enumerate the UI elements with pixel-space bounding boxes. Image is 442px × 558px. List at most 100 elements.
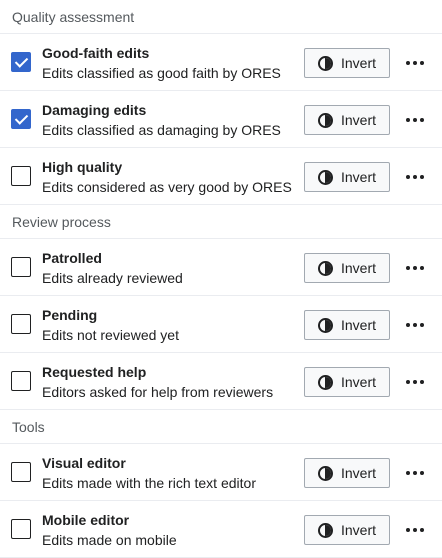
invert-label: Invert (340, 169, 376, 185)
requested-help-checkbox[interactable] (11, 371, 31, 391)
filter-row-pending: Pending Edits not reviewed yet Invert (0, 296, 442, 353)
mobile-editor-checkbox[interactable] (11, 519, 31, 539)
more-dot (413, 323, 417, 327)
more-dot (413, 118, 417, 122)
invert-label: Invert (340, 55, 376, 71)
filter-texts: High quality Edits considered as very go… (42, 158, 292, 196)
invert-button[interactable]: Invert (304, 515, 390, 545)
pending-checkbox[interactable] (11, 314, 31, 334)
more-options-button[interactable] (402, 105, 428, 135)
more-dot (413, 61, 417, 65)
filter-description: Edits made with the rich text editor (42, 475, 256, 491)
visual-editor-checkbox[interactable] (11, 462, 31, 482)
half-circle-icon (317, 260, 333, 276)
filter-row-damaging: Damaging edits Edits classified as damag… (0, 91, 442, 148)
invert-button[interactable]: Invert (304, 458, 390, 488)
more-options-button[interactable] (402, 48, 428, 78)
filter-title[interactable]: Mobile editor (42, 511, 177, 529)
patrolled-checkbox[interactable] (11, 257, 31, 277)
invert-label: Invert (340, 260, 376, 276)
more-horizontal-icon (406, 380, 410, 384)
section-header-quality-assessment: Quality assessment (0, 0, 442, 34)
filter-description: Edits considered as very good by ORES (42, 179, 292, 195)
more-dot (420, 528, 424, 532)
good-faith-checkbox[interactable] (11, 52, 31, 72)
filter-row-high-quality: High quality Edits considered as very go… (0, 148, 442, 205)
more-horizontal-icon (406, 528, 410, 532)
filter-title[interactable]: Requested help (42, 363, 273, 381)
more-horizontal-icon (406, 175, 410, 179)
section-header-review-process: Review process (0, 205, 442, 239)
half-circle-icon (317, 317, 333, 333)
invert-button[interactable]: Invert (304, 105, 390, 135)
filter-title[interactable]: Damaging edits (42, 101, 281, 119)
filter-description: Edits already reviewed (42, 270, 183, 286)
section-header-tools: Tools (0, 410, 442, 444)
more-dot (413, 528, 417, 532)
more-options-button[interactable] (402, 367, 428, 397)
filter-title[interactable]: Good-faith edits (42, 44, 281, 62)
high-quality-checkbox[interactable] (11, 166, 31, 186)
filter-row-visual-editor: Visual editor Edits made with the rich t… (0, 444, 442, 501)
more-dot (413, 175, 417, 179)
more-horizontal-icon (406, 323, 410, 327)
filter-title[interactable]: Pending (42, 306, 179, 324)
more-horizontal-icon (406, 266, 410, 270)
invert-label: Invert (340, 317, 376, 333)
invert-button[interactable]: Invert (304, 253, 390, 283)
more-options-button[interactable] (402, 253, 428, 283)
invert-label: Invert (340, 522, 376, 538)
more-horizontal-icon (406, 471, 410, 475)
more-dot (420, 380, 424, 384)
filter-description: Edits not reviewed yet (42, 327, 179, 343)
half-circle-icon (317, 55, 333, 71)
filter-texts: Good-faith edits Edits classified as goo… (42, 44, 281, 82)
filter-description: Editors asked for help from reviewers (42, 384, 274, 400)
more-dot (420, 118, 424, 122)
filter-description: Edits classified as damaging by ORES (42, 122, 281, 138)
more-dot (413, 266, 417, 270)
filter-row-requested-help: Requested help Editors asked for help fr… (0, 353, 442, 410)
filter-texts: Visual editor Edits made with the rich t… (42, 454, 256, 492)
filter-row-mobile-editor: Mobile editor Edits made on mobile Inver… (0, 501, 442, 558)
more-dot (413, 380, 417, 384)
more-options-button[interactable] (402, 162, 428, 192)
filter-texts: Mobile editor Edits made on mobile (42, 511, 177, 549)
invert-button[interactable]: Invert (304, 310, 390, 340)
more-horizontal-icon (406, 118, 410, 122)
more-horizontal-icon (406, 61, 410, 65)
filter-title[interactable]: Patrolled (42, 249, 183, 267)
filter-row-patrolled: Patrolled Edits already reviewed Invert (0, 239, 442, 296)
invert-button[interactable]: Invert (304, 162, 390, 192)
filter-description: Edits classified as good faith by ORES (42, 65, 281, 81)
damaging-checkbox[interactable] (11, 109, 31, 129)
half-circle-icon (317, 374, 333, 390)
invert-label: Invert (340, 374, 376, 390)
filter-title[interactable]: Visual editor (42, 454, 256, 472)
checkmark-icon (14, 54, 29, 68)
more-dot (420, 323, 424, 327)
half-circle-icon (317, 522, 333, 538)
checkmark-icon (14, 111, 29, 125)
invert-label: Invert (340, 112, 376, 128)
filter-texts: Pending Edits not reviewed yet (42, 306, 179, 344)
invert-label: Invert (340, 465, 376, 481)
more-options-button[interactable] (402, 310, 428, 340)
more-options-button[interactable] (402, 515, 428, 545)
half-circle-icon (317, 112, 333, 128)
more-dot (420, 61, 424, 65)
filter-texts: Patrolled Edits already reviewed (42, 249, 183, 287)
more-options-button[interactable] (402, 458, 428, 488)
more-dot (420, 266, 424, 270)
filter-texts: Requested help Editors asked for help fr… (42, 363, 273, 401)
filter-row-good-faith: Good-faith edits Edits classified as goo… (0, 34, 442, 91)
invert-button[interactable]: Invert (304, 48, 390, 78)
filter-texts: Damaging edits Edits classified as damag… (42, 101, 281, 139)
half-circle-icon (317, 465, 333, 481)
invert-button[interactable]: Invert (304, 367, 390, 397)
filter-panel: Quality assessment Good-faith edits Edit… (0, 0, 442, 558)
half-circle-icon (317, 169, 333, 185)
more-dot (420, 175, 424, 179)
filter-title[interactable]: High quality (42, 158, 292, 176)
filter-description: Edits made on mobile (42, 532, 177, 548)
